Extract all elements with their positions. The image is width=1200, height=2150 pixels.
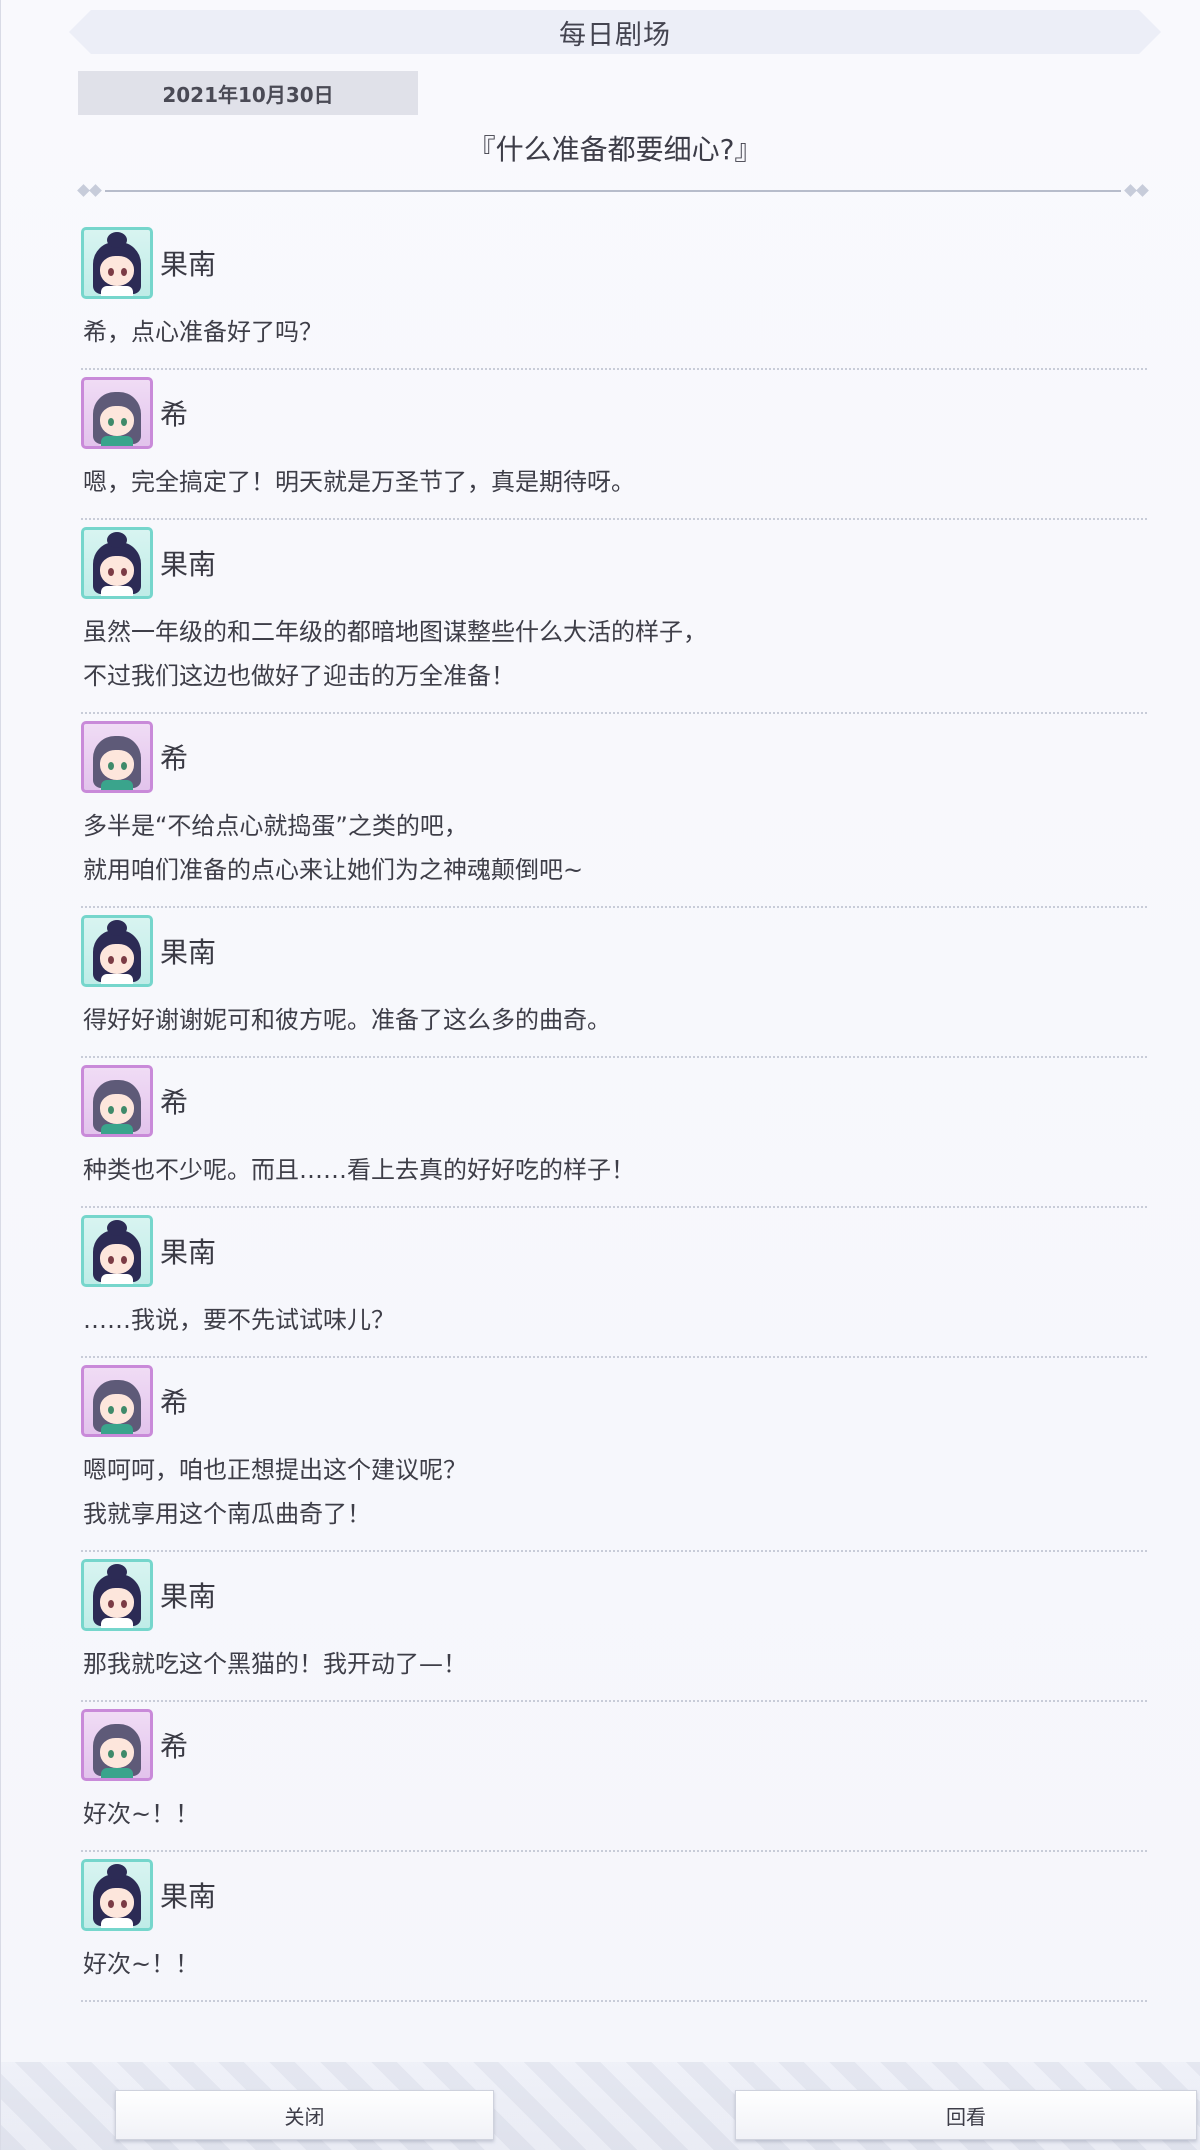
dialogue-entry: 果南虽然一年级的和二年级的都暗地图谋整些什么大活的样子， 不过我们这边也做好了迎击… bbox=[81, 520, 1147, 714]
dialogue-lines: 嗯，完全搞定了！明天就是万圣节了，真是期待呀。 bbox=[81, 450, 1147, 518]
dialogue-line: 那我就吃这个黑猫的！我开动了—！ bbox=[83, 1650, 467, 1678]
speaker-name: 果南 bbox=[160, 936, 217, 969]
speaker-row: 果南 bbox=[81, 1852, 1147, 1932]
dialogue-lines: ……我说，要不先试试味儿？ bbox=[81, 1288, 1147, 1356]
speaker-row: 希 bbox=[81, 370, 1147, 450]
dialogue-entry: 果南那我就吃这个黑猫的！我开动了—！ bbox=[81, 1552, 1147, 1702]
dialogue-lines: 希，点心准备好了吗？ bbox=[81, 300, 1147, 368]
dialogue-lines: 那我就吃这个黑猫的！我开动了—！ bbox=[81, 1632, 1147, 1700]
dialogue-line: 多半是“不给点心就捣蛋”之类的吧， bbox=[83, 812, 468, 840]
character-avatar-icon bbox=[81, 721, 153, 793]
dialogue-line: 不过我们这边也做好了迎击的万全准备！ bbox=[83, 662, 515, 690]
character-avatar-icon bbox=[81, 1215, 153, 1287]
daily-theater-page: 每日剧场 2021年10月30日 『什么准备都要细心?』 果南 希，点心准备好了吗… bbox=[0, 0, 1200, 2150]
dialogue-line: 虽然一年级的和二年级的都暗地图谋整些什么大活的样子， bbox=[83, 618, 707, 646]
dialogue-line: 种类也不少呢。而且……看上去真的好好吃的样子！ bbox=[83, 1156, 635, 1184]
character-avatar-icon bbox=[81, 227, 153, 299]
dialogue-entry: 希多半是“不给点心就捣蛋”之类的吧， 就用咱们准备的点心来让她们为之神魂颠倒吧~ bbox=[81, 714, 1147, 908]
dialogue-entry: 果南希，点心准备好了吗？ bbox=[81, 220, 1147, 370]
speaker-name: 果南 bbox=[160, 248, 217, 281]
divider-diamond-icon bbox=[1136, 184, 1149, 197]
date-badge: 2021年10月30日 bbox=[78, 71, 418, 115]
character-avatar-icon bbox=[81, 527, 153, 599]
divider-line bbox=[105, 190, 1121, 192]
character-avatar-icon bbox=[81, 1365, 153, 1437]
divider-diamond-icon bbox=[1124, 184, 1137, 197]
dialogue-entry: 希好次~！！ bbox=[81, 1702, 1147, 1852]
dialogue-entry: 希种类也不少呢。而且……看上去真的好好吃的样子！ bbox=[81, 1058, 1147, 1208]
header-ribbon: 每日剧场 bbox=[69, 10, 1161, 54]
dialogue-lines: 好次~！！ bbox=[81, 1782, 1147, 1850]
page-title: 每日剧场 bbox=[559, 19, 671, 51]
dialogue-lines: 好次~！！ bbox=[81, 1932, 1147, 2000]
speaker-name: 果南 bbox=[160, 548, 217, 581]
dialogue-line: 好次~！！ bbox=[83, 1800, 200, 1828]
speaker-name: 希 bbox=[160, 398, 189, 431]
character-avatar-icon bbox=[81, 1859, 153, 1931]
character-avatar-icon bbox=[81, 377, 153, 449]
dialogue-lines: 嗯呵呵，咱也正想提出这个建议呢？ 我就享用这个南瓜曲奇了！ bbox=[81, 1438, 1147, 1550]
dialogue-list[interactable]: 果南 希，点心准备好了吗？希嗯，完全搞定了！明天就是万圣节了，真是期待呀。 果南 虽然… bbox=[81, 220, 1147, 2002]
dialogue-line: 就用咱们准备的点心来让她们为之神魂颠倒吧~ bbox=[83, 856, 584, 884]
character-avatar-icon bbox=[81, 1709, 153, 1781]
speaker-row: 希 bbox=[81, 1702, 1147, 1782]
title-divider bbox=[77, 184, 1149, 198]
dialogue-entry: 果南得好好谢谢妮可和彼方呢。准备了这么多的曲奇。 bbox=[81, 908, 1147, 1058]
speaker-name: 果南 bbox=[160, 1880, 217, 1913]
dialogue-lines: 多半是“不给点心就捣蛋”之类的吧， 就用咱们准备的点心来让她们为之神魂颠倒吧~ bbox=[81, 794, 1147, 906]
speaker-row: 希 bbox=[81, 1058, 1147, 1138]
divider-diamond-icon bbox=[77, 184, 90, 197]
speaker-row: 果南 bbox=[81, 908, 1147, 988]
close-button[interactable]: 关闭 bbox=[115, 2090, 494, 2140]
dialogue-entry: 希嗯呵呵，咱也正想提出这个建议呢？ 我就享用这个南瓜曲奇了！ bbox=[81, 1358, 1147, 1552]
dialogue-lines: 种类也不少呢。而且……看上去真的好好吃的样子！ bbox=[81, 1138, 1147, 1206]
episode-title: 『什么准备都要细心?』 bbox=[467, 133, 763, 166]
speaker-row: 希 bbox=[81, 1358, 1147, 1438]
speaker-name: 希 bbox=[160, 1086, 189, 1119]
speaker-name: 果南 bbox=[160, 1236, 217, 1269]
speaker-row: 果南 bbox=[81, 1208, 1147, 1288]
speaker-row: 果南 bbox=[81, 220, 1147, 300]
dialogue-line: 得好好谢谢妮可和彼方呢。准备了这么多的曲奇。 bbox=[83, 1006, 611, 1034]
dialogue-entry: 果南 ……我说，要不先试试味儿？ bbox=[81, 1208, 1147, 1358]
dialogue-line: 我就享用这个南瓜曲奇了！ bbox=[83, 1500, 371, 1528]
dialogue-entry: 果南好次~！！ bbox=[81, 1852, 1147, 2002]
speaker-name: 希 bbox=[160, 742, 189, 775]
speaker-row: 果南 bbox=[81, 520, 1147, 600]
dialogue-lines: 得好好谢谢妮可和彼方呢。准备了这么多的曲奇。 bbox=[81, 988, 1147, 1056]
speaker-name: 果南 bbox=[160, 1580, 217, 1613]
dialogue-line: 好次~！！ bbox=[83, 1950, 200, 1978]
dialogue-line: ……我说，要不先试试味儿？ bbox=[83, 1306, 395, 1334]
dialogue-line: 嗯，完全搞定了！明天就是万圣节了，真是期待呀。 bbox=[83, 468, 635, 496]
character-avatar-icon bbox=[81, 915, 153, 987]
dialogue-line: 嗯呵呵，咱也正想提出这个建议呢？ bbox=[83, 1456, 467, 1484]
speaker-row: 果南 bbox=[81, 1552, 1147, 1632]
dialogue-lines: 虽然一年级的和二年级的都暗地图谋整些什么大活的样子， 不过我们这边也做好了迎击的万… bbox=[81, 600, 1147, 712]
dialogue-entry: 希嗯，完全搞定了！明天就是万圣节了，真是期待呀。 bbox=[81, 370, 1147, 520]
speaker-name: 希 bbox=[160, 1386, 189, 1419]
replay-button[interactable]: 回看 bbox=[735, 2090, 1197, 2140]
speaker-row: 希 bbox=[81, 714, 1147, 794]
divider-diamond-icon bbox=[89, 184, 102, 197]
character-avatar-icon bbox=[81, 1065, 153, 1137]
dialogue-line: 希，点心准备好了吗？ bbox=[83, 318, 323, 346]
speaker-name: 希 bbox=[160, 1730, 189, 1763]
character-avatar-icon bbox=[81, 1559, 153, 1631]
